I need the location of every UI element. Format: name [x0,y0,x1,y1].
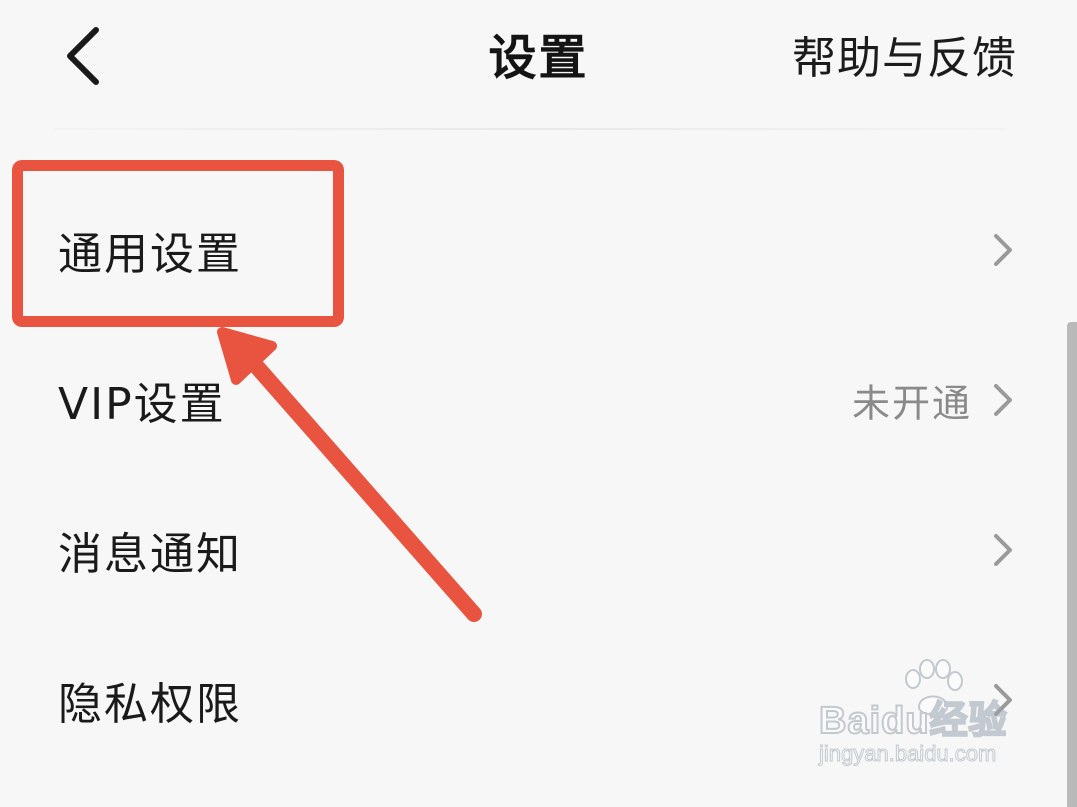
settings-item-label: 隐私权限 [58,679,242,730]
settings-list: 通用设置 VIP设置 未开通 消息通知 隐私权限 [0,175,1077,775]
settings-item-label: VIP设置 [58,379,226,430]
chevron-right-icon [991,230,1015,270]
top-nav-bar: 设置 帮助与反馈 [0,0,1077,120]
vip-status-value: 未开通 [851,381,972,426]
scrollbar[interactable] [1067,322,1077,807]
settings-item-label: 通用设置 [58,229,242,280]
help-feedback-link[interactable]: 帮助与反馈 [792,22,1017,86]
settings-item-vip[interactable]: VIP设置 未开通 [0,325,1077,475]
chevron-right-icon [991,680,1015,720]
settings-item-label: 消息通知 [58,529,242,580]
settings-item-notifications[interactable]: 消息通知 [0,475,1077,625]
settings-item-general[interactable]: 通用设置 [0,175,1077,325]
chevron-right-icon [991,530,1015,570]
header-divider [55,128,1005,130]
settings-item-privacy[interactable]: 隐私权限 [0,625,1077,775]
chevron-right-icon [991,380,1015,420]
settings-screen: 设置 帮助与反馈 通用设置 VIP设置 未开通 消息通知 隐私权限 Baidu经… [0,0,1077,807]
